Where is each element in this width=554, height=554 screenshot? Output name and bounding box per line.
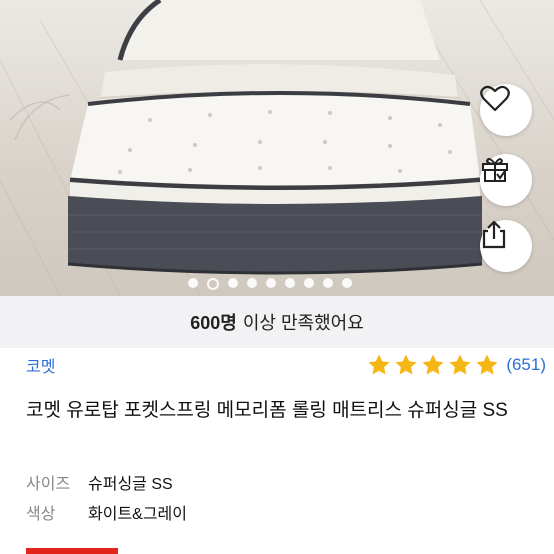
share-button[interactable] [480,220,532,272]
option-size: 사이즈 슈퍼싱글 SS [26,470,173,494]
carousel-dot[interactable] [342,278,352,288]
gift-button[interactable] [480,154,532,206]
star-icon [476,354,498,375]
mattress-photo [0,0,554,296]
satisfaction-text: 이상 만족했어요 [242,313,364,333]
star-icon [422,354,444,375]
satisfaction-banner: 600명 이상 만족했어요 [0,296,554,348]
carousel-dot[interactable] [266,278,276,288]
product-image-carousel[interactable] [0,0,554,296]
carousel-indicator [0,278,547,290]
carousel-dot[interactable] [188,278,198,288]
product-title: 코멧 유로탑 포켓스프링 메모리폼 롤링 매트리스 슈퍼싱글 SS [26,400,508,421]
discount-badge-edge [26,548,118,554]
share-icon [482,220,506,249]
carousel-dot[interactable] [285,278,295,288]
carousel-dot[interactable] [323,278,333,288]
like-button[interactable] [480,84,532,136]
carousel-dot[interactable] [228,278,238,288]
star-icon [449,354,471,375]
rating-summary[interactable]: (651) [367,353,546,377]
carousel-dot[interactable] [247,278,257,288]
option-color-label: 색상 [26,506,56,523]
option-color-value: 화이트&그레이 [88,506,187,523]
option-size-label: 사이즈 [26,476,71,493]
review-count[interactable]: (651) [506,355,546,375]
heart-icon [480,85,510,112]
carousel-dot-active[interactable] [207,278,219,290]
brand-link[interactable]: 코멧 [26,353,55,377]
star-icon [395,354,417,375]
carousel-dot[interactable] [304,278,314,288]
star-icon [368,354,390,375]
option-color: 색상 화이트&그레이 [26,500,187,524]
gift-icon [482,158,508,182]
satisfaction-count: 600명 [190,313,237,333]
option-size-value: 슈퍼싱글 SS [88,476,173,493]
brand-rating-row: 코멧 (651) [26,348,546,382]
